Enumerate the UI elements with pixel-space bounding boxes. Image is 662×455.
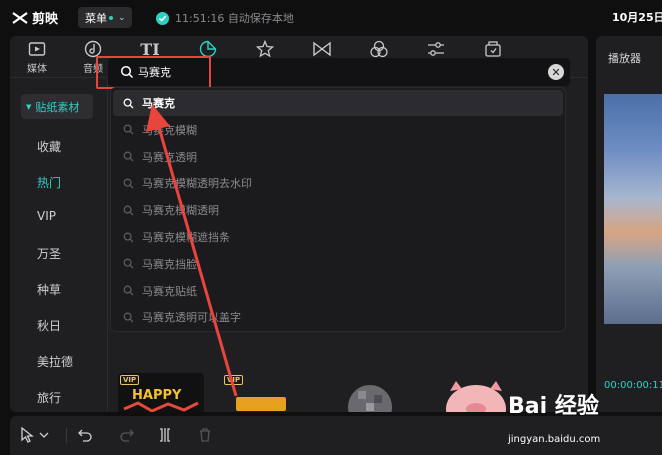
search-suggestions: 马赛克马赛克模糊马赛克透明马赛克模糊透明去水印 马赛克模糊透明 马赛克模糊遮挡条 马赛… <box>110 87 566 332</box>
search-icon <box>123 124 134 135</box>
search-icon <box>123 258 134 269</box>
check-icon <box>156 11 169 25</box>
watermark-url: jingyan.baidu.com <box>508 434 601 445</box>
suggestion-label: 马赛克贴纸 <box>142 284 197 298</box>
suggestion-item[interactable]: 马赛克模糊遮挡条 <box>113 224 563 250</box>
caret-down-icon: ▼ <box>26 102 32 111</box>
template-icon <box>483 39 503 59</box>
search-icon <box>123 232 134 242</box>
sticker-thumbnail[interactable]: VIP HAPPY <box>118 373 204 412</box>
select-cursor-icon[interactable] <box>18 426 36 444</box>
sticker-sidebar: ▼ 贴纸素材 收藏 热门 VIP 万圣 种草 秋日 美拉德 旅行 <box>10 79 108 412</box>
top-bar: 剪映 菜单 ⌄ 11:51:16 自动保存本地 10月25日 <box>0 0 662 34</box>
capcut-logo-icon <box>12 11 28 24</box>
suggestion-label: 马赛克模糊透明去水印 <box>142 177 252 191</box>
annotation-highlight-box <box>96 56 211 89</box>
menu-label: 菜单 <box>85 11 107 25</box>
media-icon <box>27 39 47 59</box>
notification-dot <box>109 15 113 20</box>
autosave-text: 11:51:16 自动保存本地 <box>175 12 294 25</box>
watermark-brand: Bai 经验 <box>508 394 599 419</box>
suggestion-item[interactable]: 马赛克模糊透明 <box>113 197 563 223</box>
tab-media[interactable]: 媒体 <box>10 39 64 77</box>
baidu-watermark: Bai 经验 jingyan.baidu.com <box>508 388 662 455</box>
sidebar-item-vip[interactable]: VIP <box>37 209 56 223</box>
app-logo: 剪映 <box>12 8 58 27</box>
sticker-thumbnail[interactable]: VIP <box>222 373 308 412</box>
svg-text:HAPPY: HAPPY <box>132 388 182 403</box>
video-preview[interactable] <box>604 94 662 324</box>
toolbar-divider <box>66 428 67 443</box>
player-title: 播放器 <box>608 52 641 65</box>
menu-button[interactable]: 菜单 ⌄ <box>78 7 132 28</box>
suggestion-label: 马赛克挡脸 <box>142 257 197 271</box>
vip-badge: VIP <box>224 375 244 385</box>
search-icon <box>123 205 134 216</box>
redo-icon[interactable] <box>118 426 136 444</box>
tab-label: 媒体 <box>27 64 47 75</box>
sidebar-header-sticker-material[interactable]: ▼ 贴纸素材 <box>21 94 93 119</box>
suggestion-item[interactable]: 马赛克透明可以盖字 <box>113 304 563 330</box>
sidebar-item-hot[interactable]: 热门 <box>37 174 61 191</box>
suggestion-label: 马赛克 <box>142 97 175 110</box>
mosaic-sticker-icon <box>348 385 392 412</box>
sidebar-header-label: 贴纸素材 <box>35 100 80 114</box>
delete-icon[interactable] <box>196 426 214 444</box>
undo-icon[interactable] <box>76 426 94 444</box>
sidebar-item-grass[interactable]: 种草 <box>37 281 61 298</box>
split-icon[interactable] <box>156 426 174 444</box>
filter-icon <box>369 39 389 59</box>
suggestion-label: 马赛克模糊 <box>142 123 197 137</box>
suggestion-item[interactable]: 马赛克挡脸 <box>113 251 563 277</box>
suggestion-item[interactable]: 马赛克模糊透明去水印 <box>113 170 563 196</box>
app-name: 剪映 <box>32 12 59 27</box>
search-icon <box>123 178 134 189</box>
search-icon <box>123 98 134 108</box>
suggestion-item[interactable]: 马赛克贴纸 <box>113 278 563 304</box>
sidebar-item-favorites[interactable]: 收藏 <box>37 138 61 155</box>
suggestion-label: 马赛克透明可以盖字 <box>142 311 241 325</box>
sticker-thumbnail[interactable] <box>328 373 414 412</box>
vip-badge: VIP <box>120 375 140 385</box>
chevron-down-icon[interactable] <box>38 426 50 444</box>
suggestion-label: 马赛克模糊遮挡条 <box>142 231 230 244</box>
effects-icon <box>255 39 275 59</box>
sidebar-item-halloween[interactable]: 万圣 <box>37 245 61 262</box>
chevron-down-icon: ⌄ <box>118 12 126 23</box>
sidebar-item-autumn[interactable]: 秋日 <box>37 317 61 334</box>
clear-search-button[interactable]: ✕ <box>548 64 564 80</box>
sidebar-item-travel[interactable]: 旅行 <box>37 389 61 406</box>
search-icon <box>123 312 134 323</box>
adjust-icon <box>426 39 446 59</box>
suggestion-item[interactable]: 马赛克透明 <box>113 144 563 170</box>
transition-icon <box>312 39 332 59</box>
autosave-status: 11:51:16 自动保存本地 <box>156 10 294 26</box>
suggestion-item[interactable]: 马赛克模糊 <box>113 117 563 143</box>
suggestion-label: 马赛克模糊透明 <box>142 204 219 218</box>
player-panel: 播放器 00:00:00:11 <box>596 36 662 412</box>
sidebar-item-maillard[interactable]: 美拉德 <box>37 353 73 370</box>
suggestion-label: 马赛克透明 <box>142 150 197 164</box>
search-icon <box>123 151 134 162</box>
search-icon <box>123 285 134 296</box>
date-text: 10月25日 <box>612 11 662 24</box>
suggestion-item[interactable]: 马赛克 <box>113 90 563 116</box>
